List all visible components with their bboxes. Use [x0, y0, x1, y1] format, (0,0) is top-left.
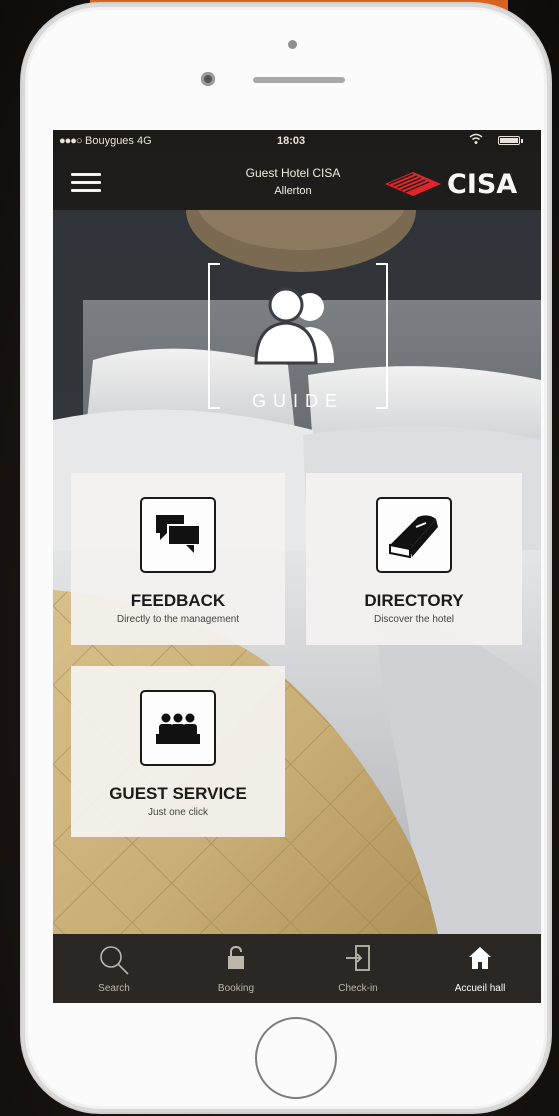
app-screen: ●●●○ Bouygues 4G 18:03 Guest Hotel CISA …	[53, 130, 541, 1003]
hotel-city: Allerton	[274, 185, 312, 197]
tab-search-label: Search	[98, 983, 130, 994]
home-button[interactable]	[255, 1017, 337, 1099]
feedback-icon-box	[140, 497, 216, 573]
hamburger-menu-icon[interactable]	[71, 173, 101, 193]
tab-bar: Search Booking Check-in Accueil hall	[53, 934, 541, 1003]
guide-label: GUIDE	[251, 391, 344, 411]
tab-home-label: Accueil hall	[454, 983, 506, 994]
guide-bracket-left	[208, 263, 220, 409]
guest-service-icon-box	[140, 690, 216, 766]
home-icon	[419, 944, 541, 972]
feedback-subtitle: Directly to the management	[116, 614, 240, 625]
directory-title: DIRECTORY	[364, 591, 464, 610]
chat-bubbles-icon	[156, 515, 201, 553]
app-header: Guest Hotel CISA Allerton CISA	[53, 152, 541, 210]
cisa-logo: CISA	[383, 168, 528, 200]
battery-tip	[521, 139, 523, 143]
directory-tile[interactable]: DIRECTORY Discover the hotel	[306, 473, 522, 645]
logo-text: CISA	[447, 169, 518, 200]
proximity-sensor	[288, 40, 297, 49]
door-enter-icon	[297, 944, 419, 972]
guide-bracket-right	[376, 263, 388, 409]
tab-home[interactable]: Accueil hall	[419, 934, 541, 1003]
battery-icon	[498, 136, 520, 145]
tab-check-in[interactable]: Check-in	[297, 934, 419, 1003]
wifi-icon	[469, 133, 483, 148]
front-camera	[201, 72, 215, 86]
signal-strength: ●●●○	[59, 135, 83, 147]
lock-icon	[175, 944, 297, 972]
directory-icon-box	[376, 497, 452, 573]
carrier-name: Bouygues 4G	[85, 135, 152, 147]
hotel-name: Guest Hotel CISA	[245, 166, 341, 180]
guests-icon	[254, 287, 334, 365]
service-team-icon	[156, 713, 200, 744]
directory-subtitle: Discover the hotel	[373, 614, 455, 625]
tab-search[interactable]: Search	[53, 934, 175, 1003]
tab-check-in-label: Check-in	[338, 983, 378, 994]
guest-service-title: GUEST SERVICE	[109, 784, 247, 803]
feedback-tile[interactable]: FEEDBACK Directly to the management	[71, 473, 285, 645]
cisa-logo-mark-icon	[385, 172, 441, 196]
search-icon	[53, 944, 175, 975]
earpiece-speaker	[253, 77, 345, 83]
guest-service-tile[interactable]: GUEST SERVICE Just one click	[71, 666, 285, 837]
guide-badge[interactable]: GUIDE	[208, 263, 388, 411]
book-icon	[389, 515, 438, 559]
tab-booking-label: Booking	[217, 983, 255, 994]
guest-service-subtitle: Just one click	[147, 807, 209, 818]
tab-booking[interactable]: Booking	[175, 934, 297, 1003]
feedback-title: FEEDBACK	[130, 591, 226, 610]
status-bar: ●●●○ Bouygues 4G 18:03	[53, 130, 541, 152]
clock-time: 18:03	[277, 135, 306, 147]
